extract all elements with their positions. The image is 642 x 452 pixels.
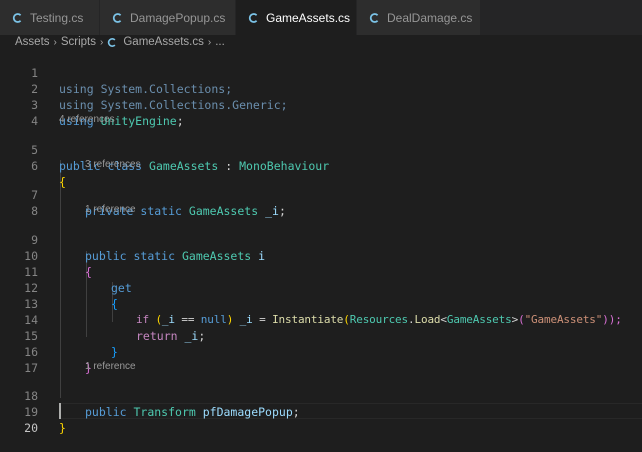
breadcrumb-symbol[interactable]: ... bbox=[215, 36, 225, 48]
line-number: 20 bbox=[24, 421, 38, 435]
breadcrumb-file[interactable]: GameAssets.cs bbox=[123, 36, 204, 48]
csharp-file-icon bbox=[107, 37, 118, 48]
code-line: 13 if (_i == null) _i = Instantiate(Reso… bbox=[0, 280, 642, 326]
tab-label: Testing.cs bbox=[30, 10, 84, 25]
breadcrumb-scripts[interactable]: Scripts bbox=[61, 36, 96, 48]
code-line: 15 } bbox=[0, 312, 642, 359]
code-line: 17 bbox=[0, 344, 642, 375]
tab-gameassets[interactable]: GameAssets.cs bbox=[236, 0, 366, 35]
code-lens-references[interactable]: 4 references bbox=[59, 113, 115, 127]
code-lens-references[interactable]: 3 references bbox=[85, 158, 141, 172]
code-line: 1 using System.Collections; bbox=[0, 49, 642, 96]
tab-label: DealDamage.cs bbox=[387, 10, 473, 25]
code-lens-references[interactable]: 1 reference bbox=[85, 203, 136, 217]
code-line: 19 } bbox=[0, 388, 642, 435]
tab-label: GameAssets.cs bbox=[266, 10, 351, 25]
code-line: 5 public class GameAssets : MonoBehaviou… bbox=[0, 126, 642, 173]
breadcrumb: Assets › Scripts › GameAssets.cs › ... bbox=[0, 35, 642, 49]
breadcrumb-assets[interactable]: Assets bbox=[15, 36, 50, 48]
tab-damagepopup[interactable]: DamagePopup.cs bbox=[100, 0, 236, 35]
code-line: 3 using UnityEngine; bbox=[0, 81, 642, 128]
code-editor[interactable]: 1 using System.Collections; 2 using Syst… bbox=[0, 49, 642, 452]
code-line: 20 bbox=[0, 404, 642, 435]
code-line: 18 public Transform pfDamagePopup; bbox=[0, 372, 642, 419]
csharp-file-icon bbox=[112, 12, 124, 24]
editor-tab-bar: Testing.cs DamagePopup.cs GameAssets.cs … bbox=[0, 0, 642, 35]
code-line: 16 } bbox=[0, 328, 642, 375]
code-line: 12 { bbox=[0, 264, 642, 311]
code-line: 7 private static GameAssets _i; bbox=[0, 171, 642, 218]
code-line: 6 { bbox=[0, 142, 642, 189]
code-line: 9 public static GameAssets i bbox=[0, 216, 642, 263]
csharp-file-icon bbox=[369, 12, 381, 24]
code-line: 14 return _i; bbox=[0, 296, 642, 343]
csharp-file-icon bbox=[12, 12, 24, 24]
code-line: 8 bbox=[0, 187, 642, 218]
code-line: 11 get bbox=[0, 248, 642, 295]
code-line: 10 { bbox=[0, 232, 642, 279]
tab-testing[interactable]: Testing.cs bbox=[0, 0, 100, 35]
code-line: 2 using System.Collections.Generic; bbox=[0, 65, 642, 112]
tab-dealdamage[interactable]: DealDamage.cs bbox=[357, 0, 481, 35]
chevron-right-icon: › bbox=[100, 36, 104, 48]
tab-label: DamagePopup.cs bbox=[130, 10, 226, 25]
chevron-right-icon: › bbox=[207, 36, 212, 48]
code-line: 4 bbox=[0, 97, 642, 128]
chevron-right-icon: › bbox=[53, 36, 57, 48]
line-content: } bbox=[59, 421, 66, 435]
csharp-file-icon bbox=[248, 12, 260, 24]
